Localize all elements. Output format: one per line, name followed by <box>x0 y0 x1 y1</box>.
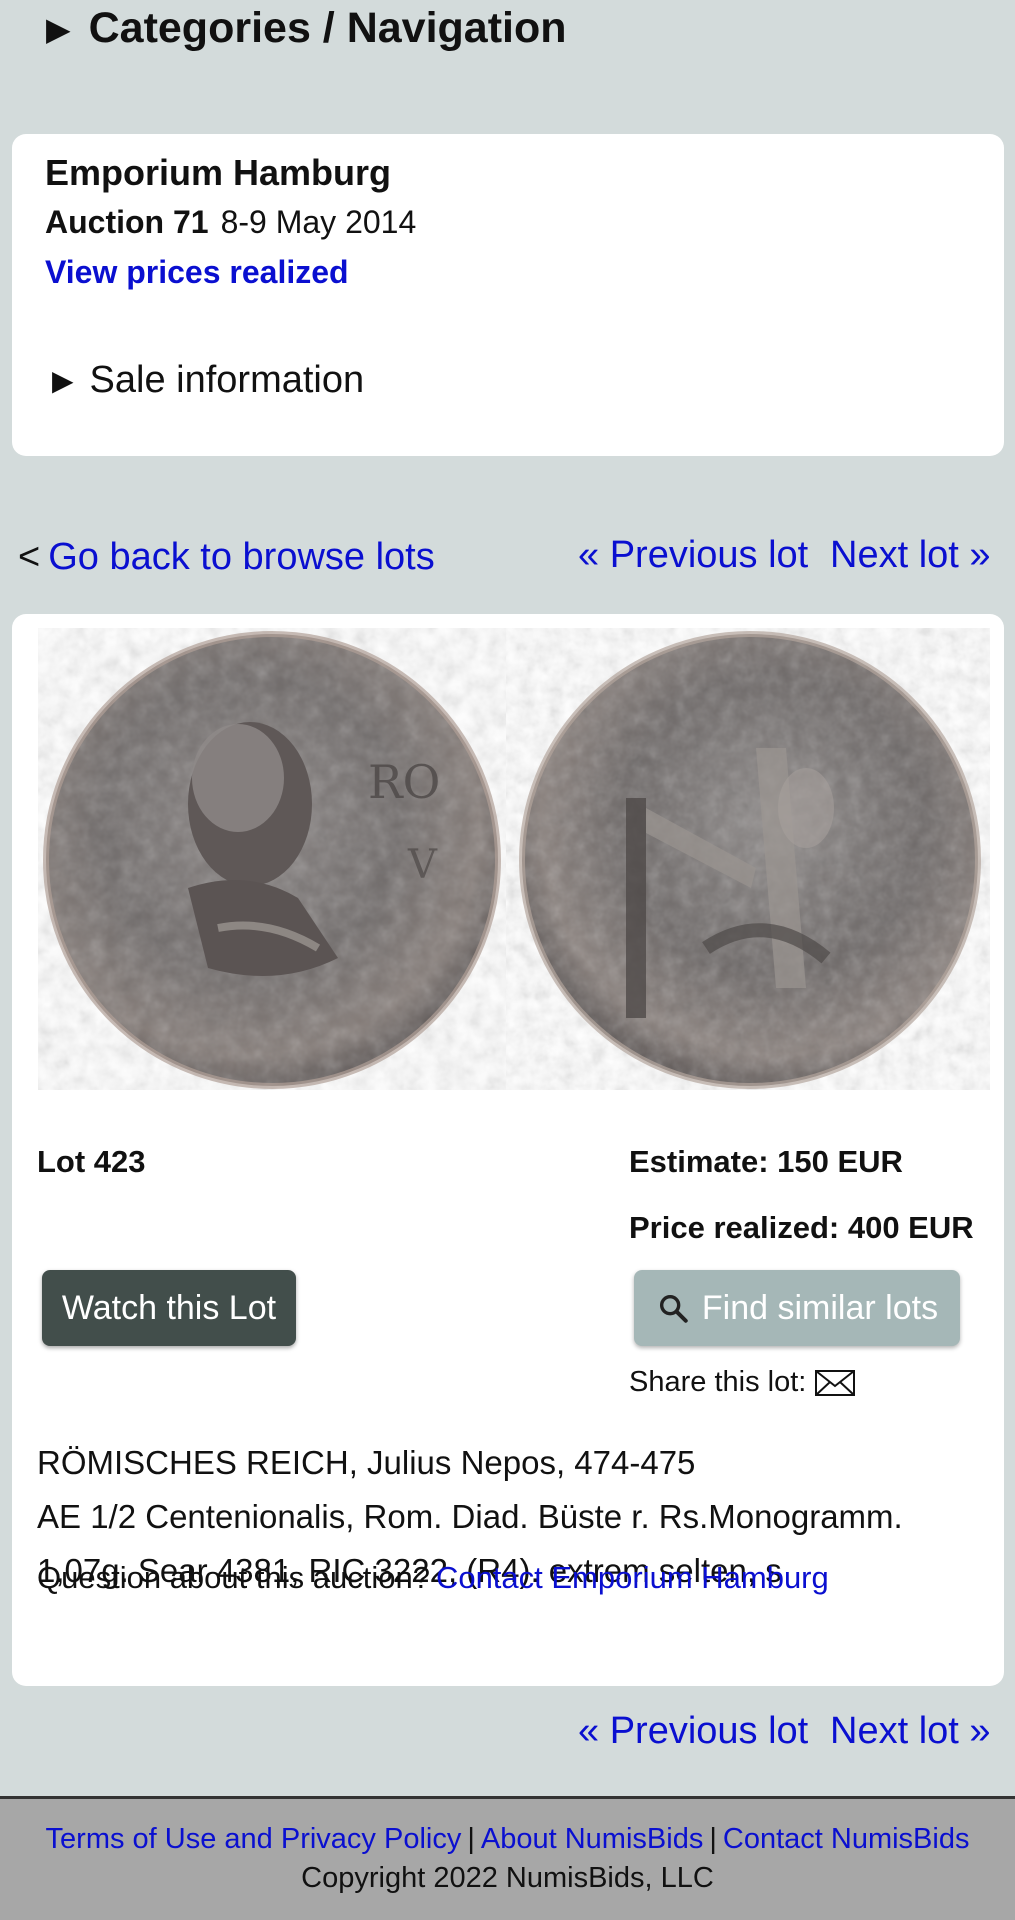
lot-navigation-top: < Go back to browse lots « Previous lot N… <box>0 534 1015 586</box>
share-lot: Share this lot: <box>629 1366 856 1399</box>
mail-icon[interactable] <box>814 1368 856 1398</box>
find-similar-lots-button[interactable]: Find similar lots <box>634 1270 960 1346</box>
terms-privacy-link[interactable]: Terms of Use and Privacy Policy <box>46 1823 462 1855</box>
categories-navigation-toggle[interactable]: ▶ Categories / Navigation <box>46 4 567 53</box>
next-lot-link[interactable]: Next lot » <box>830 534 991 577</box>
auction-date: 8-9 May 2014 <box>220 204 417 240</box>
question-prefix: Question about this auction? <box>37 1560 430 1595</box>
lot-estimate: Estimate: 150 EUR <box>629 1144 903 1179</box>
lot-number: Lot 423 <box>37 1144 146 1179</box>
svg-text:V: V <box>407 842 438 888</box>
footer-links: Terms of Use and Privacy Policy | About Nu… <box>0 1823 1015 1856</box>
auction-house-name: Emporium Hamburg <box>45 152 392 193</box>
description-line: RÖMISCHES REICH, Julius Nepos, 474-475 <box>37 1444 696 1481</box>
next-lot-link[interactable]: Next lot » <box>830 1710 991 1753</box>
categories-navigation-label: Categories / Navigation <box>88 4 567 52</box>
auction-label: Auction 71 <box>45 204 209 240</box>
contact-numisbids-link[interactable]: Contact NumisBids <box>723 1823 970 1855</box>
back-to-browse-link[interactable]: Go back to browse lots <box>48 536 435 578</box>
about-numisbids-link[interactable]: About NumisBids <box>481 1823 703 1855</box>
coin-reverse-image[interactable] <box>506 628 990 1090</box>
view-prices-realized-link[interactable]: View prices realized <box>45 254 349 291</box>
contact-auction-house-link[interactable]: Contact Emporium Hamburg <box>436 1560 829 1595</box>
watch-lot-button[interactable]: Watch this Lot <box>42 1270 296 1346</box>
lot-card: RO V Lot 423 Estimate: 150 EUR Price rea… <box>12 614 1004 1686</box>
copyright-text: Copyright 2022 NumisBids, LLC <box>301 1862 714 1894</box>
auction-info-card: Emporium Hamburg Auction 71 8-9 May 2014 … <box>12 134 1004 456</box>
lot-navigation-bottom: « Previous lot Next lot » <box>0 1710 1015 1762</box>
auction-details: Auction 71 8-9 May 2014 <box>45 204 416 241</box>
footer-separator: | <box>467 1823 475 1855</box>
watch-lot-label: Watch this Lot <box>61 1288 277 1327</box>
share-lot-label: Share this lot: <box>629 1366 807 1398</box>
sale-information-label: Sale information <box>89 359 365 401</box>
auction-question: Question about this auction? Contact Empo… <box>37 1560 829 1596</box>
expand-triangle-icon: ▶ <box>52 365 74 396</box>
previous-lot-link[interactable]: « Previous lot <box>578 1710 808 1753</box>
previous-lot-link[interactable]: « Previous lot <box>578 534 808 577</box>
description-line: AE 1/2 Centenionalis, Rom. Diad. Büste r… <box>37 1498 903 1535</box>
price-realized: Price realized: 400 EUR <box>629 1210 974 1245</box>
search-icon <box>659 1294 688 1323</box>
sale-information-toggle[interactable]: ▶ Sale information <box>52 359 364 402</box>
back-to-browse: < Go back to browse lots <box>18 536 435 579</box>
site-footer: Terms of Use and Privacy Policy | About Nu… <box>0 1796 1015 1920</box>
svg-text:RO: RO <box>368 755 440 809</box>
back-prefix: < <box>18 536 41 578</box>
footer-separator: | <box>709 1823 717 1855</box>
coin-obverse-image[interactable]: RO V <box>38 628 506 1090</box>
expand-triangle-icon: ▶ <box>46 10 71 47</box>
find-similar-lots-label: Find similar lots <box>701 1288 939 1327</box>
